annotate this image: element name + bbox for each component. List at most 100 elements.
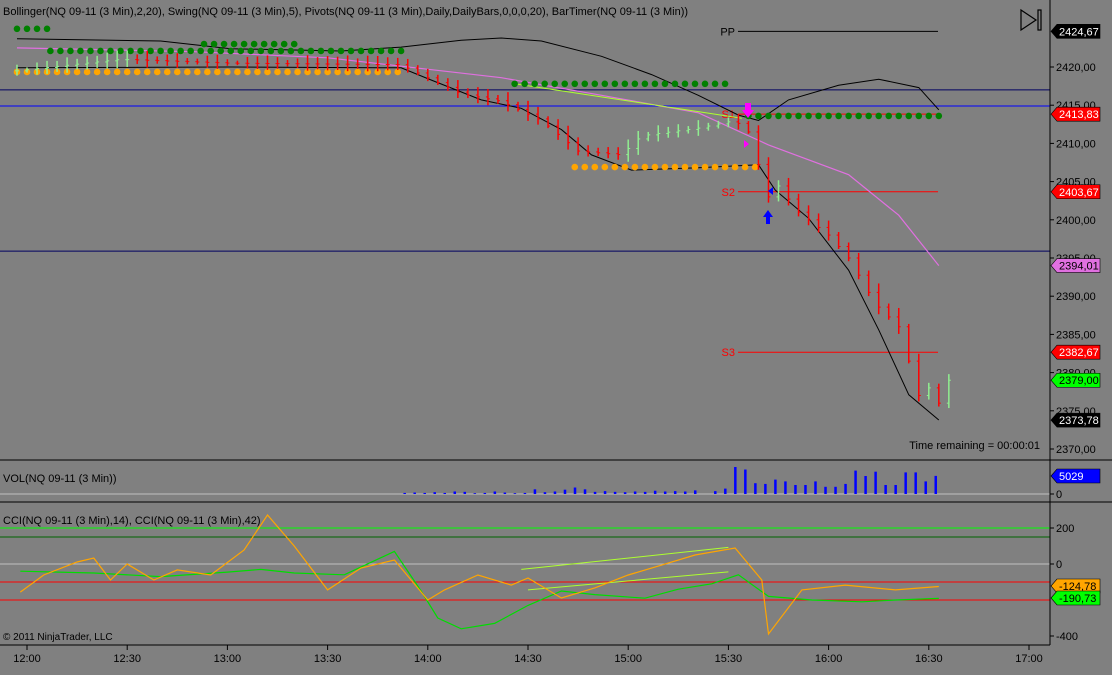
volume-bar[interactable]: [854, 470, 857, 494]
volume-bar[interactable]: [694, 490, 697, 494]
swing-high-dot: [691, 80, 699, 88]
volume-bar[interactable]: [533, 489, 537, 494]
volume-bar[interactable]: [523, 492, 527, 494]
time-tick-label: 17:00: [1015, 653, 1043, 665]
swing-high-dot: [307, 47, 315, 55]
volume-bar[interactable]: [774, 479, 777, 494]
volume-bar[interactable]: [864, 476, 867, 494]
volume-bar[interactable]: [473, 493, 477, 494]
volume-bar[interactable]: [483, 492, 487, 494]
swing-high-dot: [290, 40, 298, 48]
volume-bar[interactable]: [794, 485, 797, 494]
swing-low-dot: [163, 68, 171, 76]
volume-bar[interactable]: [603, 491, 607, 494]
swing-high-dot: [711, 80, 719, 88]
volume-bar[interactable]: [653, 490, 657, 494]
volume-bar[interactable]: [894, 485, 897, 494]
swing-high-dot: [67, 47, 74, 55]
volume-bar[interactable]: [914, 472, 917, 494]
swing-high-dot: [785, 112, 792, 120]
swing-high-dot: [561, 80, 569, 88]
price-tag-label: 2382,67: [1059, 347, 1099, 359]
swing-high-dot: [87, 47, 94, 55]
swing-low-dot: [681, 163, 689, 171]
swing-high-dot: [260, 40, 268, 48]
copyright: © 2011 NinjaTrader, LLC: [3, 632, 113, 643]
volume-bar[interactable]: [714, 491, 717, 494]
swing-high-dot: [591, 80, 599, 88]
swing-high-dot: [230, 40, 238, 48]
volume-bar[interactable]: [643, 491, 647, 494]
volume-bar[interactable]: [633, 491, 637, 494]
volume-bar[interactable]: [463, 491, 467, 494]
pivot-tag-s2: 2403,67: [1050, 184, 1101, 200]
volume-bar[interactable]: [403, 492, 406, 494]
volume-bar[interactable]: [784, 481, 787, 494]
volume-bar[interactable]: [734, 467, 737, 494]
swing-high-dot: [805, 112, 812, 120]
swing-low-dot: [194, 68, 201, 76]
swing-high-dot: [621, 80, 629, 88]
volume-bar[interactable]: [543, 492, 547, 494]
volume-bar[interactable]: [673, 491, 677, 494]
volume-bar[interactable]: [744, 469, 747, 494]
volume-bar[interactable]: [844, 483, 847, 494]
price-tick-label: 2390,00: [1056, 291, 1096, 303]
volume-bar[interactable]: [493, 491, 497, 494]
volume-bar[interactable]: [513, 493, 517, 494]
swing-low-dot: [284, 68, 291, 76]
swing-high-dot: [895, 112, 903, 120]
time-tick-label: 13:30: [314, 653, 342, 665]
volume-bar[interactable]: [824, 486, 827, 494]
volume-bar[interactable]: [724, 488, 727, 494]
swing-high-dot: [97, 47, 104, 55]
swing-low-dot: [641, 163, 649, 171]
volume-bar[interactable]: [764, 483, 767, 494]
volume-bar[interactable]: [453, 491, 457, 494]
volume-bar[interactable]: [563, 489, 567, 494]
swing-low-dot: [711, 163, 719, 171]
volume-bar[interactable]: [924, 481, 927, 494]
volume-bar[interactable]: [623, 492, 627, 494]
volume-bar[interactable]: [573, 487, 577, 494]
swing-high-dot: [13, 25, 21, 33]
volume-bar[interactable]: [613, 491, 617, 494]
volume-bar[interactable]: [663, 491, 667, 494]
volume-bar[interactable]: [433, 492, 436, 494]
swing-low-dot: [234, 68, 241, 76]
volume-bar[interactable]: [443, 492, 447, 494]
swing-low-dot: [244, 68, 251, 76]
swing-high-dot: [237, 47, 245, 55]
swing-low-dot: [651, 163, 659, 171]
volume-bar[interactable]: [413, 492, 416, 494]
volume-bar[interactable]: [904, 472, 907, 494]
price-tag-label: 2394,01: [1059, 261, 1099, 273]
swing-high-dot: [581, 80, 589, 88]
swing-low-dot: [721, 163, 729, 171]
volume-bar[interactable]: [683, 491, 687, 494]
price-tick-label: 2410,00: [1056, 138, 1096, 150]
volume-bar[interactable]: [553, 491, 557, 494]
volume-bar[interactable]: [874, 471, 877, 494]
swing-high-dot: [855, 112, 862, 120]
swing-high-dot: [701, 80, 709, 88]
volume-bar[interactable]: [754, 483, 757, 494]
cci-tick-label: -400: [1056, 631, 1078, 643]
price-tag: 2394,01: [1050, 258, 1101, 273]
volume-bar[interactable]: [814, 481, 817, 494]
price-tag-label: 2379,00: [1059, 375, 1099, 387]
swing-high-dot: [317, 47, 325, 55]
volume-bar[interactable]: [423, 492, 426, 494]
swing-low-dot: [184, 68, 191, 76]
price-tag-label: -190,73: [1059, 593, 1096, 605]
volume-bar[interactable]: [593, 491, 597, 494]
swing-high-dot: [297, 47, 305, 55]
volume-bar[interactable]: [934, 475, 937, 494]
swing-low-dot: [621, 163, 629, 171]
volume-bar[interactable]: [804, 485, 807, 494]
swing-high-dot: [531, 80, 538, 88]
volume-bar[interactable]: [834, 486, 837, 494]
volume-bar[interactable]: [583, 489, 587, 494]
volume-bar[interactable]: [884, 485, 887, 494]
volume-bar[interactable]: [503, 492, 507, 494]
